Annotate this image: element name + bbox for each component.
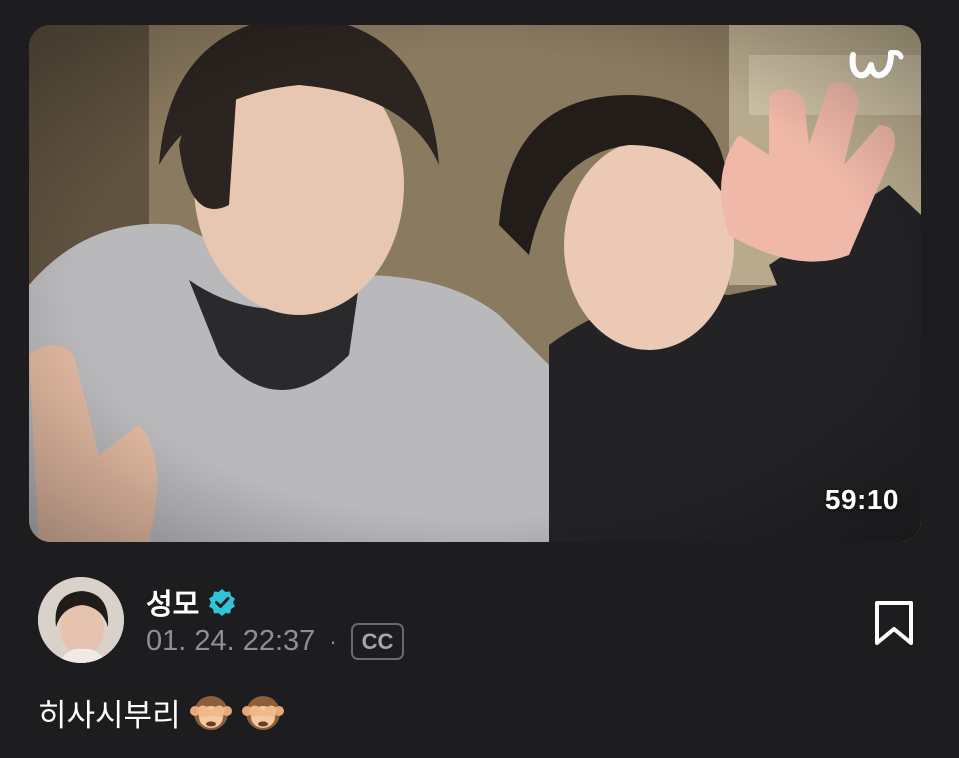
weverse-logo-icon: [849, 50, 904, 79]
caption-text: 히사시부리: [38, 698, 181, 733]
author-row: 성모: [146, 581, 237, 623]
avatar[interactable]: [38, 577, 124, 663]
video-thumbnail[interactable]: 59:10: [29, 25, 921, 542]
post-caption: 히사시부리: [38, 690, 285, 735]
video-duration: 59:10: [824, 484, 899, 515]
avatar-photo: [38, 577, 124, 663]
see-no-evil-monkey-icon: [189, 695, 232, 730]
verified-badge-icon: [209, 589, 236, 616]
cc-badge: CC: [350, 623, 405, 660]
bookmark-icon[interactable]: [872, 599, 916, 647]
author-name[interactable]: 성모: [146, 581, 199, 623]
post-info-row: 01. 24. 22:37 · CC: [146, 623, 405, 660]
post-meta: 성모 01. 24. 22:37 · CC: [38, 575, 918, 665]
post-screen: 59:10 성모 01. 24. 22:37 · CC 히사시부리: [0, 0, 959, 758]
thumbnail-photo: [29, 25, 921, 542]
post-timestamp: 01. 24. 22:37: [146, 625, 316, 657]
see-no-evil-monkey-icon: [241, 695, 284, 730]
separator-dot: ·: [329, 628, 337, 654]
